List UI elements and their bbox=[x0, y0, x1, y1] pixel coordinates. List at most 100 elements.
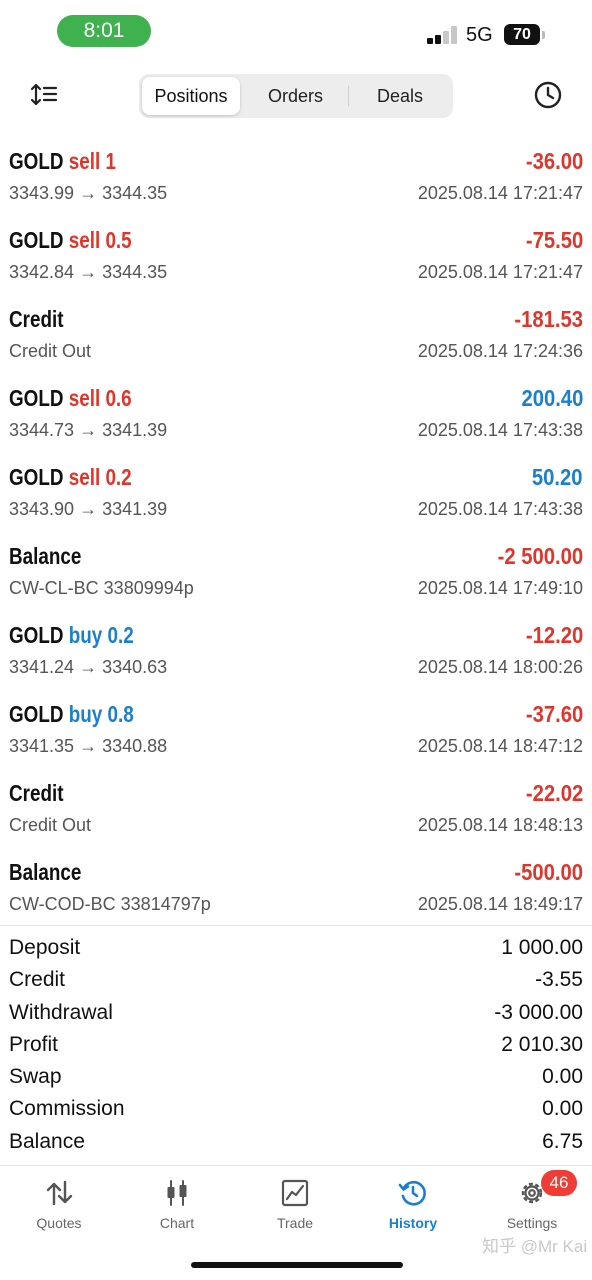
deal-type: buy bbox=[68, 622, 103, 648]
summary-value: 6.75 bbox=[542, 1129, 583, 1153]
deal-amount: -37.60 bbox=[525, 701, 583, 727]
deal-amount: -500.00 bbox=[514, 859, 583, 885]
deal-prices: 3343.90 → 3341.39 bbox=[9, 499, 168, 519]
deal-symbol: GOLD bbox=[9, 464, 64, 490]
summary-label: Deposit bbox=[9, 936, 81, 959]
history-header: Positions Orders Deals bbox=[0, 68, 592, 124]
summary-swap: Swap 0.00 bbox=[0, 1063, 592, 1095]
deal-title: GOLD buy 0.8 bbox=[9, 701, 134, 728]
summary-balance: Balance 6.75 bbox=[0, 1128, 592, 1160]
summary-label: Credit bbox=[9, 968, 66, 992]
deal-symbol: GOLD bbox=[9, 385, 64, 411]
deal-title: GOLD sell 0.6 bbox=[9, 385, 132, 412]
sort-icon[interactable] bbox=[30, 82, 58, 108]
deal-title: GOLD sell 0.2 bbox=[9, 464, 132, 491]
deal-row[interactable]: Credit -22.02 Credit Out 2025.08.14 18:4… bbox=[0, 774, 592, 853]
summary-profit: Profit 2 010.30 bbox=[0, 1031, 592, 1063]
deal-amount: 200.40 bbox=[521, 385, 583, 411]
tab-bar: Positions Orders Deals bbox=[139, 74, 453, 118]
battery-cap bbox=[542, 31, 545, 39]
deal-row[interactable]: GOLD sell 0.2 50.20 3343.90 → 3341.39 20… bbox=[0, 458, 592, 537]
deal-type: sell bbox=[68, 385, 101, 411]
deal-time: 2025.08.14 17:43:38 bbox=[417, 420, 583, 440]
tab-positions[interactable]: Positions bbox=[142, 77, 240, 115]
deal-row[interactable]: Credit -181.53 Credit Out 2025.08.14 17:… bbox=[0, 300, 592, 379]
watermark: 知乎 @Mr Kai bbox=[482, 1237, 588, 1256]
nav-quotes[interactable]: Quotes bbox=[0, 1166, 118, 1246]
deal-volume: 1 bbox=[105, 148, 116, 174]
deal-symbol: GOLD bbox=[9, 701, 64, 727]
nav-chart[interactable]: Chart bbox=[118, 1166, 236, 1246]
deal-row[interactable]: GOLD buy 0.2 -12.20 3341.24 → 3340.63 20… bbox=[0, 616, 592, 695]
quotes-icon bbox=[46, 1180, 73, 1206]
deals-list: GOLD sell 1 -36.00 3343.99 → 3344.35 202… bbox=[0, 142, 592, 932]
deal-symbol: Credit bbox=[9, 306, 64, 332]
nav-label: History bbox=[388, 1215, 438, 1231]
clock-icon[interactable] bbox=[533, 80, 563, 110]
deal-title: Credit bbox=[9, 780, 63, 807]
summary-value: 0.00 bbox=[542, 1097, 583, 1121]
deal-time: 2025.08.14 17:21:47 bbox=[417, 262, 583, 282]
deal-time: 2025.08.14 18:49:17 bbox=[417, 894, 583, 914]
deal-type: sell bbox=[68, 227, 101, 253]
nav-trade[interactable]: Trade bbox=[236, 1166, 354, 1246]
summary-label: Swap bbox=[9, 1065, 62, 1089]
deal-prices: 3341.24 → 3340.63 bbox=[9, 657, 168, 677]
deal-title: Balance bbox=[9, 543, 81, 570]
deal-row[interactable]: GOLD sell 0.6 200.40 3344.73 → 3341.39 2… bbox=[0, 379, 592, 458]
summary-value: -3.55 bbox=[535, 968, 583, 992]
deal-amount: -2 500.00 bbox=[497, 543, 583, 569]
deal-comment: Credit Out bbox=[9, 341, 92, 361]
tab-deals[interactable]: Deals bbox=[350, 77, 450, 115]
trade-icon bbox=[281, 1179, 309, 1207]
summary-label: Commission bbox=[9, 1097, 125, 1121]
summary-label: Profit bbox=[9, 1032, 59, 1056]
deal-row[interactable]: GOLD sell 0.5 -75.50 3342.84 → 3344.35 2… bbox=[0, 221, 592, 300]
deal-title: GOLD sell 0.5 bbox=[9, 227, 132, 254]
deal-symbol: Balance bbox=[9, 543, 82, 569]
deal-row[interactable]: Balance -2 500.00 CW-CL-BC 33809994p 202… bbox=[0, 537, 592, 616]
summary-value: 2 010.30 bbox=[501, 1032, 583, 1056]
summary-divider bbox=[0, 925, 592, 926]
deal-symbol: GOLD bbox=[9, 622, 64, 648]
deal-comment: CW-COD-BC 33814797p bbox=[9, 894, 211, 914]
deal-time: 2025.08.14 18:48:13 bbox=[417, 815, 583, 835]
status-bar: 8:01 5G 70 bbox=[0, 0, 592, 62]
deal-time: 2025.08.14 17:43:38 bbox=[417, 499, 583, 519]
summary-label: Balance bbox=[9, 1129, 85, 1153]
summary-credit: Credit -3.55 bbox=[0, 966, 592, 998]
deal-time: 2025.08.14 17:24:36 bbox=[417, 341, 583, 361]
status-time[interactable]: 8:01 bbox=[57, 15, 151, 47]
summary-withdrawal: Withdrawal -3 000.00 bbox=[0, 999, 592, 1031]
deal-time: 2025.08.14 17:21:47 bbox=[417, 183, 583, 203]
settings-badge: 46 bbox=[541, 1170, 577, 1196]
deal-title: GOLD buy 0.2 bbox=[9, 622, 134, 649]
nav-history[interactable]: History bbox=[354, 1166, 472, 1246]
deal-row[interactable]: GOLD buy 0.8 -37.60 3341.35 → 3340.88 20… bbox=[0, 695, 592, 774]
deal-type: buy bbox=[68, 701, 103, 727]
deal-title: Balance bbox=[9, 859, 81, 886]
deal-volume: 0.2 bbox=[107, 622, 134, 648]
deal-symbol: GOLD bbox=[9, 227, 64, 253]
deal-symbol: GOLD bbox=[9, 148, 64, 174]
deal-symbol: Credit bbox=[9, 780, 64, 806]
summary-value: 0.00 bbox=[542, 1065, 583, 1089]
chart-icon bbox=[167, 1180, 187, 1206]
deal-volume: 0.6 bbox=[105, 385, 132, 411]
deal-title: GOLD sell 1 bbox=[9, 148, 116, 175]
deal-row[interactable]: GOLD sell 1 -36.00 3343.99 → 3344.35 202… bbox=[0, 142, 592, 221]
nav-label: Settings bbox=[506, 1215, 558, 1231]
deal-prices: 3343.99 → 3344.35 bbox=[9, 183, 168, 203]
home-indicator[interactable] bbox=[191, 1262, 403, 1268]
deal-amount: -36.00 bbox=[525, 148, 583, 174]
nav-label: Trade bbox=[276, 1215, 314, 1231]
deal-prices: 3342.84 → 3344.35 bbox=[9, 262, 168, 282]
deal-time: 2025.08.14 18:00:26 bbox=[417, 657, 583, 677]
deal-comment: CW-CL-BC 33809994p bbox=[9, 578, 194, 598]
deal-type: sell bbox=[68, 148, 101, 174]
tab-orders[interactable]: Orders bbox=[244, 77, 347, 115]
deal-amount: -181.53 bbox=[514, 306, 583, 332]
summary-panel: Deposit 1 000.00 Credit -3.55 Withdrawal… bbox=[0, 934, 592, 1160]
deal-row[interactable]: Balance -500.00 CW-COD-BC 33814797p 2025… bbox=[0, 853, 592, 932]
network-type: 5G bbox=[466, 24, 493, 46]
